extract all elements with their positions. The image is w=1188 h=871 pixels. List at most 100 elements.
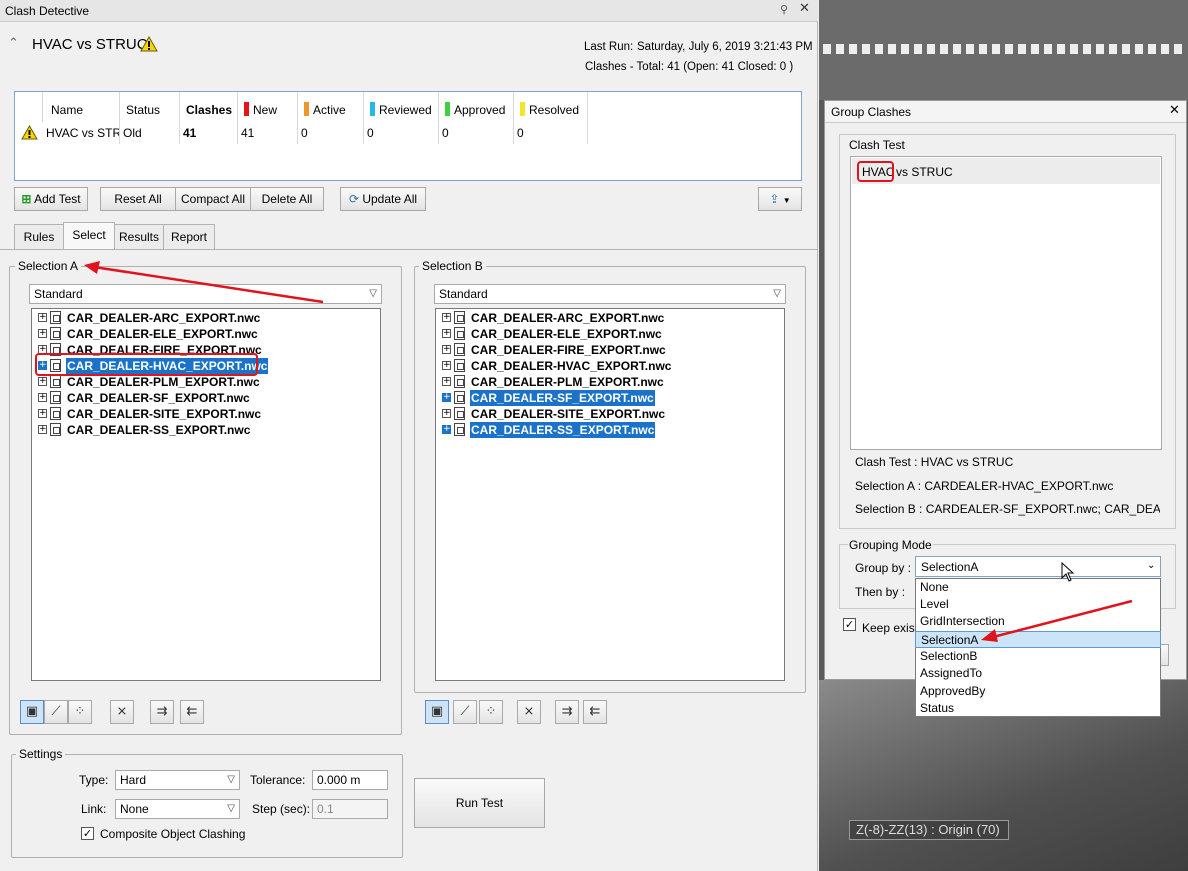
link-select[interactable]: None ▽ [115, 799, 240, 819]
file-icon [50, 327, 61, 340]
list-item[interactable]: HVAC vs STRUC [852, 158, 1160, 184]
file-icon [454, 423, 465, 436]
pin-icon[interactable]: ⚲ [780, 3, 788, 16]
clashes-summary: Clashes - Total: 41 (Open: 41 Closed: 0 … [585, 61, 794, 73]
file-icon [50, 407, 61, 420]
file-icon [454, 407, 465, 420]
table-header-status[interactable]: Status [120, 92, 180, 122]
close-icon[interactable]: ✕ [1169, 103, 1180, 118]
surfaces-icon[interactable]: ▣ [425, 700, 449, 724]
expand-icon[interactable]: + [38, 377, 47, 386]
table-header-reviewed[interactable]: Reviewed [364, 92, 439, 122]
expand-icon[interactable]: + [442, 313, 451, 322]
then-by-label: Then by : [855, 585, 906, 599]
expand-icon[interactable]: + [38, 425, 47, 434]
row-clashes: 41 [180, 122, 238, 144]
lines-icon[interactable]: ⟋ [44, 700, 68, 724]
run-test-button[interactable]: Run Test [414, 778, 545, 828]
tab-select[interactable]: Select [63, 222, 115, 250]
select-in-scene-icon[interactable]: ⇇ [180, 700, 204, 724]
table-header-approved[interactable]: Approved [439, 92, 514, 122]
link-label: Link: [81, 802, 107, 816]
annotation-arrow-icon [981, 599, 1133, 642]
file-icon [50, 375, 61, 388]
table-header-icon [15, 92, 43, 122]
selection-b-dropdown[interactable]: Standard ▽ [434, 284, 786, 304]
tab-report[interactable]: Report [163, 224, 215, 250]
expand-icon[interactable]: + [442, 377, 451, 386]
tolerance-input[interactable]: 0.000 m [312, 770, 388, 790]
use-current-selection-icon[interactable]: ⇉ [555, 700, 579, 724]
last-run-label: Last Run: [584, 41, 634, 53]
surfaces-icon[interactable]: ▣ [20, 700, 44, 724]
tab-rules[interactable]: Rules [14, 224, 64, 250]
clash-test-list[interactable]: HVAC vs STRUC [850, 156, 1162, 450]
type-select[interactable]: Hard ▽ [115, 770, 240, 790]
select-in-scene-icon[interactable]: ⇇ [583, 700, 607, 724]
expand-icon[interactable]: + [38, 409, 47, 418]
selection-b-title: Selection B [419, 259, 486, 273]
option-status[interactable]: Status [915, 700, 1161, 717]
row-name: HVAC vs STRUC [43, 122, 120, 144]
add-icon: ⊞ [21, 192, 32, 206]
delete-all-button[interactable]: Delete All [250, 187, 324, 211]
expand-icon[interactable]: + [38, 313, 47, 322]
collapse-chevron-icon[interactable]: ⌃ [8, 36, 19, 51]
chevron-down-icon: ⌄ [1147, 560, 1156, 571]
points-icon[interactable]: ⁘ [479, 700, 503, 724]
row-resolved: 0 [514, 122, 588, 144]
expand-icon[interactable]: + [442, 345, 451, 354]
list-item-rest: vs STRUC [896, 165, 953, 179]
tab-results[interactable]: Results [114, 224, 164, 250]
close-icon[interactable]: ✕ [799, 1, 810, 16]
keep-existing-checkbox[interactable]: ✓ [843, 618, 856, 631]
option-assignedto[interactable]: AssignedTo [915, 665, 1161, 682]
compact-all-button[interactable]: Compact All [175, 187, 251, 211]
expand-icon[interactable]: + [442, 329, 451, 338]
panel-title: Clash Detective [5, 4, 90, 18]
table-header-resolved[interactable]: Resolved [514, 92, 588, 122]
use-current-selection-icon[interactable]: ⇉ [150, 700, 174, 724]
warning-icon [140, 36, 158, 52]
keep-existing-label: Keep existi [862, 621, 921, 635]
update-all-button[interactable]: ⟳ Update All [340, 187, 426, 211]
table-header-clashes[interactable]: Clashes [180, 92, 238, 122]
update-icon: ⟳ [348, 192, 359, 206]
export-dropdown-button[interactable]: ⇪ ▼ [758, 187, 802, 211]
points-icon[interactable]: ⁘ [68, 700, 92, 724]
group-by-label: Group by : [855, 561, 912, 575]
expand-icon[interactable]: + [38, 393, 47, 402]
file-icon [454, 359, 465, 372]
expand-icon[interactable]: + [442, 361, 451, 370]
annotation-arrow-icon [84, 261, 324, 304]
expand-icon[interactable]: + [38, 329, 47, 338]
info-selection-b: Selection B : CARDEALER-SF_EXPORT.nwc; C… [855, 502, 1160, 516]
row-approved: 0 [439, 122, 514, 144]
chevron-down-icon: ▽ [773, 288, 781, 299]
group-by-select[interactable]: SelectionA ⌄ [915, 556, 1161, 577]
expand-icon[interactable]: + [442, 393, 451, 402]
self-intersect-icon[interactable]: ⨯ [110, 700, 134, 724]
step-input[interactable]: 0.1 [312, 799, 388, 819]
clash-test-label: Clash Test [849, 138, 905, 152]
option-approvedby[interactable]: ApprovedBy [915, 683, 1161, 700]
table-header-name[interactable]: Name [43, 92, 120, 122]
file-icon [50, 311, 61, 324]
reset-all-button[interactable]: Reset All [100, 187, 176, 211]
table-header-active[interactable]: Active [298, 92, 364, 122]
info-clash-test: Clash Test : HVAC vs STRUC [855, 455, 1014, 469]
self-intersect-icon[interactable]: ⨯ [517, 700, 541, 724]
panel-title-bar: Clash Detective ⚲ ✕ [0, 0, 818, 22]
expand-icon[interactable]: + [442, 409, 451, 418]
option-selectionb[interactable]: SelectionB [915, 648, 1161, 665]
active-color-swatch [304, 102, 309, 117]
lines-icon[interactable]: ⟋ [453, 700, 477, 724]
table-header-new[interactable]: New [238, 92, 298, 122]
add-test-button[interactable]: ⊞ Add Test [14, 187, 88, 211]
settings-title: Settings [16, 747, 66, 761]
dialog-title: Group Clashes [831, 105, 912, 119]
expand-icon[interactable]: + [442, 425, 451, 434]
option-none[interactable]: None [915, 579, 1161, 596]
selection-b-tree[interactable]: + CAR_DEALER-ARC_EXPORT.nwc + CAR_DEALER-E… [435, 308, 785, 681]
composite-checkbox[interactable]: ✓ [81, 827, 94, 840]
